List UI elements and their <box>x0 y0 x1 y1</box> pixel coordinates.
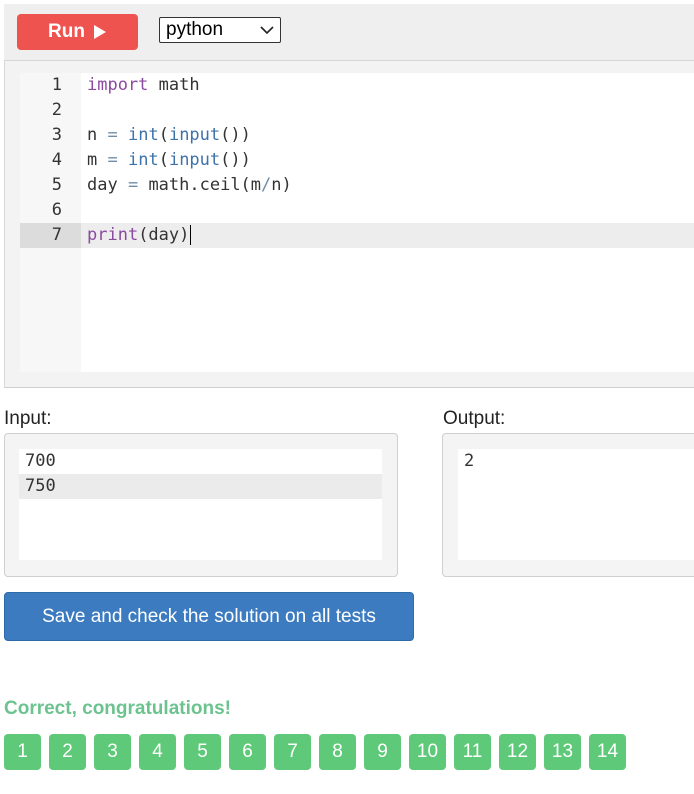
code-token: input <box>168 125 221 145</box>
code-editor-panel: 1 import math 2 3 n = int(input()) 4 m = int(i… <box>4 61 694 388</box>
play-icon <box>93 25 106 39</box>
output-label: Output: <box>443 408 506 429</box>
code-token: = <box>107 150 118 170</box>
line-number: 1 <box>51 75 62 95</box>
output-panel: 2 <box>442 433 694 577</box>
run-button[interactable]: Run <box>17 14 138 50</box>
test-result-badge[interactable]: 4 <box>139 734 176 770</box>
line-number: 2 <box>51 100 62 120</box>
save-and-check-button[interactable]: Save and check the solution on all tests <box>4 592 414 641</box>
test-result-badge[interactable]: 7 <box>274 734 311 770</box>
line-number: 3 <box>51 125 62 145</box>
input-line: 750 <box>19 474 382 499</box>
line-number: 7 <box>20 223 81 248</box>
test-result-badge[interactable]: 12 <box>499 734 536 770</box>
test-results: 1 2 3 4 5 6 7 8 9 10 11 12 13 14 <box>4 734 626 770</box>
code-text: n = int(input()) <box>87 123 251 148</box>
input-line: 700 <box>25 451 56 471</box>
code-token: = <box>107 125 118 145</box>
code-text: day = math.ceil(m/n) <box>87 173 292 198</box>
language-select-value: python <box>166 19 224 40</box>
code-token: (day) <box>138 225 190 245</box>
test-result-badge[interactable]: 1 <box>4 734 41 770</box>
chevron-down-icon <box>260 25 274 34</box>
code-token: m <box>87 150 108 170</box>
test-result-badge[interactable]: 10 <box>409 734 446 770</box>
code-text: print(day) <box>87 223 192 248</box>
code-token: math.ceil(m <box>138 175 262 195</box>
code-token: ( <box>158 125 169 145</box>
line-number: 4 <box>51 150 62 170</box>
line-number: 5 <box>51 175 62 195</box>
test-result-badge[interactable]: 14 <box>589 734 626 770</box>
code-token: ()) <box>220 150 251 170</box>
code-token: day <box>87 175 128 195</box>
test-result-badge[interactable]: 5 <box>184 734 221 770</box>
output-line: 2 <box>464 451 475 471</box>
code-text: m = int(input()) <box>87 148 251 173</box>
code-line[interactable]: 6 <box>20 198 694 223</box>
text-cursor <box>190 225 192 245</box>
input-editor[interactable]: 700 750 <box>19 449 382 560</box>
code-line[interactable]: 7 print(day) <box>20 223 694 248</box>
code-token: n) <box>271 175 292 195</box>
input-label: Input: <box>4 408 52 429</box>
code-line[interactable]: 1 import math <box>20 73 694 98</box>
toolbar: Run python <box>4 4 694 61</box>
code-token: = <box>127 175 139 195</box>
code-token: math <box>148 75 200 95</box>
code-token: input <box>168 150 221 170</box>
code-text: import math <box>87 73 200 98</box>
test-result-badge[interactable]: 6 <box>229 734 266 770</box>
code-line[interactable]: 4 m = int(input()) <box>20 148 694 173</box>
code-token: / <box>261 175 272 195</box>
test-result-badge[interactable]: 11 <box>454 734 491 770</box>
line-number: 6 <box>51 200 62 220</box>
code-token: n <box>87 125 108 145</box>
test-result-badge[interactable]: 9 <box>364 734 401 770</box>
code-line[interactable]: 5 day = math.ceil(m/n) <box>20 173 694 198</box>
code-line[interactable]: 3 n = int(input()) <box>20 123 694 148</box>
code-token: print <box>87 225 139 245</box>
test-result-badge[interactable]: 2 <box>49 734 86 770</box>
code-token: ()) <box>220 125 251 145</box>
run-button-label: Run <box>48 21 85 42</box>
output-display: 2 <box>458 449 694 560</box>
code-token: int <box>127 125 159 145</box>
code-line[interactable]: 2 <box>20 98 694 123</box>
code-token: ( <box>158 150 169 170</box>
test-result-badge[interactable]: 13 <box>544 734 581 770</box>
test-result-badge[interactable]: 8 <box>319 734 356 770</box>
code-token: int <box>127 150 159 170</box>
test-result-badge[interactable]: 3 <box>94 734 131 770</box>
language-select[interactable]: python <box>159 17 281 43</box>
code-editor[interactable]: 1 import math 2 3 n = int(input()) 4 m = int(i… <box>20 73 694 372</box>
input-panel: 700 750 <box>4 433 398 577</box>
code-token: import <box>87 75 149 95</box>
result-message: Correct, congratulations! <box>4 698 231 719</box>
